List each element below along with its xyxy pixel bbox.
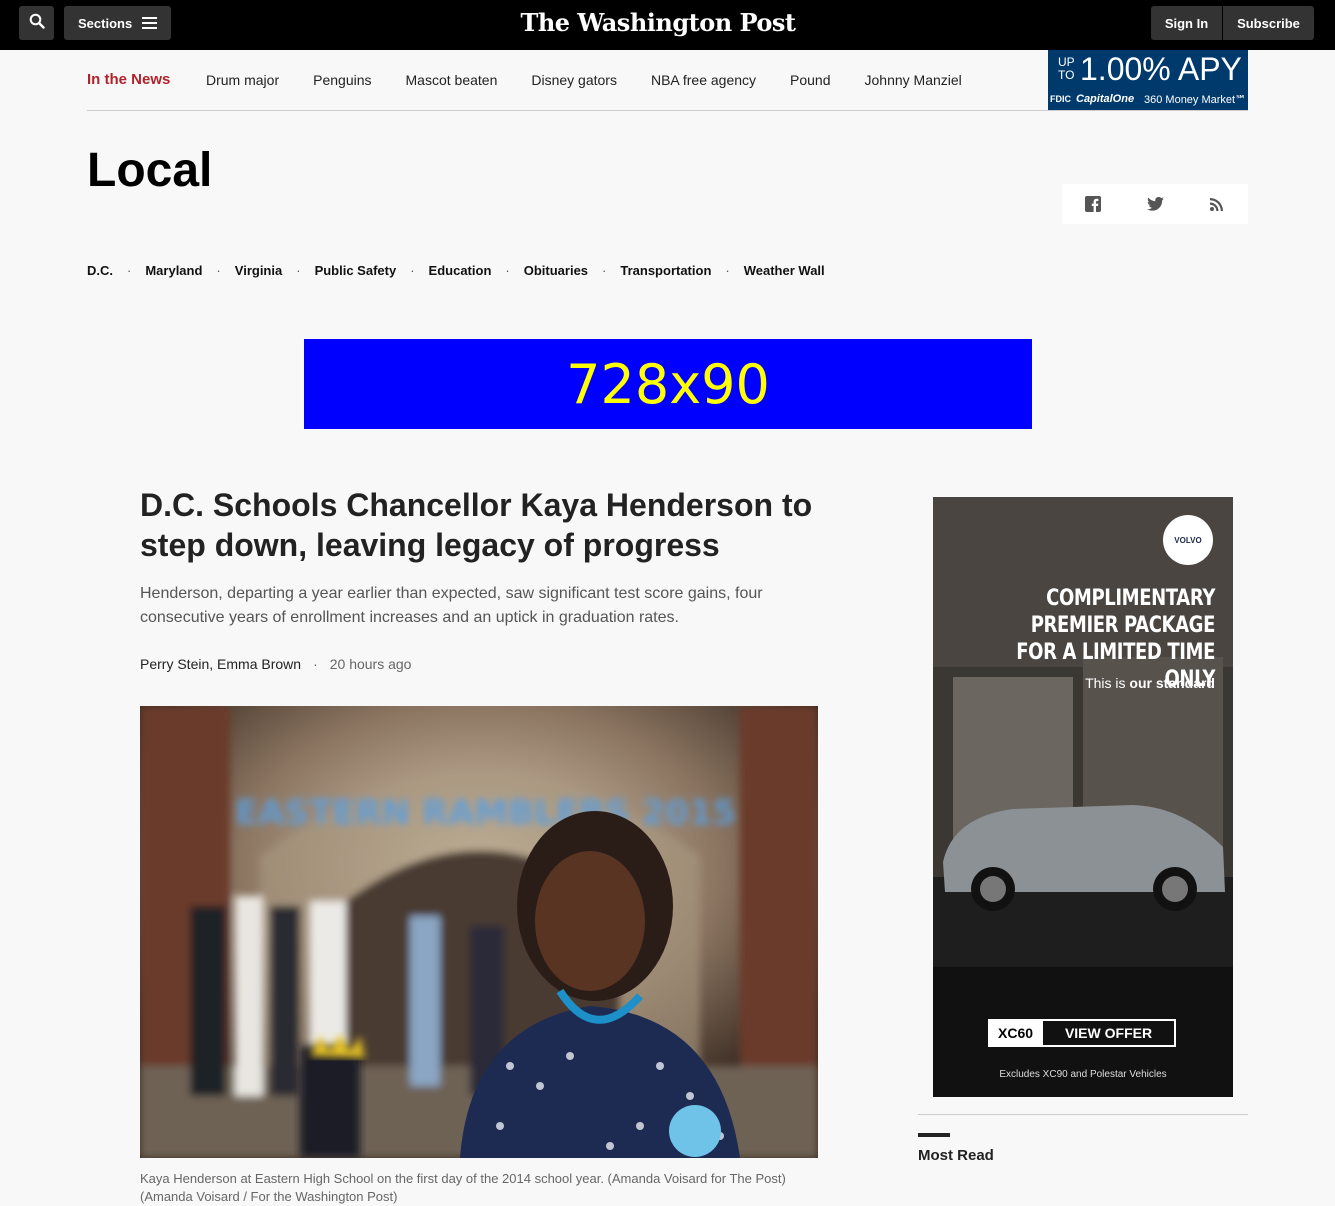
subnav-item-maryland[interactable]: Maryland [145,263,202,278]
in-the-news-label: In the News [87,71,171,88]
volvo-logo: VOLVO [1163,515,1213,565]
sections-label: Sections [78,15,133,31]
separator-dot: · [410,263,415,278]
most-read-heading: Most Read [918,1147,994,1164]
article-summary: Henderson, departing a year earlier than… [140,585,763,626]
volvo-logo-text: VOLVO [1174,535,1202,545]
photo-caption: Kaya Henderson at Eastern High School on… [140,1171,786,1204]
ad-model-label: XC60 [990,1021,1044,1045]
article-authors[interactable]: Perry Stein, Emma Brown [140,656,301,672]
news-link[interactable]: Penguins [313,72,371,88]
facebook-icon[interactable] [1073,184,1113,224]
section-subnav: D.C. · Maryland · Virginia · Public Safety ·… [87,263,825,278]
search-button[interactable] [19,6,54,40]
sections-menu-button[interactable]: Sections [64,6,171,40]
most-read-accent [918,1133,950,1137]
ad-headline-line: PREMIER PACKAGE [1030,613,1216,638]
ad-fdic-text: FDIC [1050,94,1071,104]
article-timestamp: 20 hours ago [329,656,412,672]
subnav-item-education[interactable]: Education [429,263,492,278]
ad-tagline-prefix: This is [1085,675,1130,691]
ad-product-text: 360 Money Market℠ [1144,94,1247,106]
top-navigation-bar: Sections The Washington Post Sign In Sub… [0,0,1335,50]
separator-dot: · [602,263,607,278]
ad-cta-label: VIEW OFFER [1064,1025,1153,1041]
separator-dot: · [505,263,510,278]
separator-dot: · [296,263,301,278]
rail-divider [918,1114,1248,1115]
separator-dot: · [127,263,132,278]
article-photo[interactable]: EASTERN RAMBLERS 2015 [140,706,818,1158]
leaderboard-ad[interactable]: 728x90 [304,339,1032,429]
separator-dot: · [725,263,730,278]
ad-brand-text: CapitalOne [1076,93,1135,105]
subnav-item-weather-wall[interactable]: Weather Wall [744,263,825,278]
capital-one-ad[interactable]: UP TO 1.00% APY FDIC CapitalOne 360 Mone… [1048,50,1248,110]
rss-icon[interactable] [1197,184,1237,224]
subnav-item-public-safety[interactable]: Public Safety [315,263,397,278]
news-link[interactable]: Johnny Manziel [865,72,962,88]
in-the-news-bar: In the News Drum major Penguins Mascot b… [87,50,1248,111]
news-link[interactable]: Drum major [206,72,279,88]
ad-tagline: This is our standard [1085,675,1215,691]
article-headline[interactable]: D.C. Schools Chancellor Kaya Henderson t… [140,485,830,565]
subnav-item-virginia[interactable]: Virginia [235,263,282,278]
volvo-ad[interactable]: VOLVO COMPLIMENTARY PREMIER PACKAGE FOR … [933,497,1233,1097]
site-logo[interactable]: The Washington Post [518,8,798,37]
photo-banner-text: EASTERN RAMBLERS 2015 [235,793,736,833]
ad-tagline-bold: our standard [1129,675,1215,691]
news-link[interactable]: Pound [790,72,830,88]
social-links [1062,184,1248,224]
separator-dot: · [216,263,221,278]
ad-disclaimer: Excludes XC90 and Polestar Vehicles [999,1069,1167,1080]
separator-dot: · [313,656,318,672]
news-link[interactable]: Mascot beaten [406,72,498,88]
ad-headline-line: COMPLIMENTARY [1046,586,1215,611]
sign-in-button[interactable]: Sign In [1151,6,1222,40]
ad-rate-text: 1.00% APY [1080,51,1242,87]
view-offer-button[interactable]: XC60 VIEW OFFER [988,1019,1176,1047]
section-title: Local [87,144,213,197]
news-link[interactable]: Disney gators [531,72,617,88]
news-link[interactable]: NBA free agency [651,72,756,88]
search-icon [29,13,45,34]
hamburger-icon [142,17,158,29]
ad-upto-text: UP TO [1058,55,1075,82]
in-the-news-list: Drum major Penguins Mascot beaten Disney… [206,72,996,88]
article-byline: Perry Stein, Emma Brown · 20 hours ago [140,656,411,672]
subnav-item-dc[interactable]: D.C. [87,263,113,278]
subnav-item-obituaries[interactable]: Obituaries [524,263,588,278]
subscribe-button[interactable]: Subscribe [1223,6,1314,40]
subnav-item-transportation[interactable]: Transportation [620,263,711,278]
twitter-icon[interactable] [1135,184,1175,224]
